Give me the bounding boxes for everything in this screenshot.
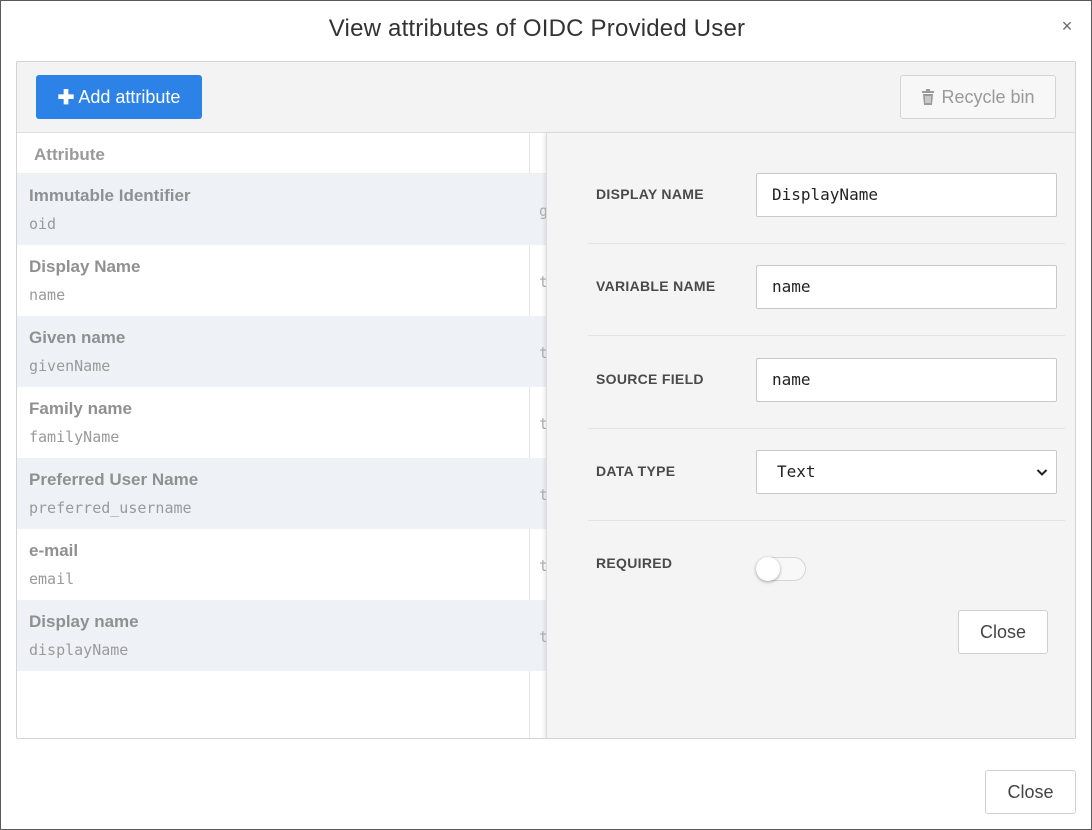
chevron-down-icon [1036, 469, 1048, 476]
table-row[interactable]: Display Name name t [17, 245, 548, 316]
attribute-variable: email [29, 570, 75, 588]
required-label: REQUIRED [596, 555, 673, 571]
table-row[interactable]: Family name familyName t [17, 387, 548, 458]
data-type-value: Text [777, 462, 816, 481]
attribute-name: Preferred User Name [29, 470, 199, 489]
table-row[interactable]: Display name displayName t [17, 600, 548, 671]
toolbar: ✚ Add attribute Recycle bin [17, 62, 1075, 133]
trash-icon [922, 89, 935, 105]
variable-name-input[interactable]: name [756, 265, 1057, 309]
attribute-variable: preferred_username [29, 499, 192, 517]
attribute-table: Attribute Immutable Identifier oid g Dis… [17, 133, 548, 738]
toggle-knob [756, 557, 780, 581]
recycle-bin-button[interactable]: Recycle bin [900, 75, 1056, 119]
required-toggle[interactable] [756, 557, 806, 581]
source-field-field: SOURCE FIELD name [588, 337, 1065, 429]
data-type-label: DATA TYPE [596, 463, 676, 479]
add-attribute-button[interactable]: ✚ Add attribute [36, 75, 202, 119]
attributes-panel: ✚ Add attribute Recycle bin Attribute Im… [16, 61, 1076, 739]
table-row[interactable]: Given name givenName t [17, 316, 548, 387]
variable-name-field: VARIABLE NAME name [588, 244, 1065, 336]
variable-name-label: VARIABLE NAME [596, 278, 716, 294]
dialog-close-button[interactable]: Close [985, 770, 1076, 814]
attribute-editor-panel: DISPLAY NAME DisplayName VARIABLE NAME n… [546, 133, 1075, 738]
data-type-select[interactable]: Text [756, 450, 1057, 494]
close-icon[interactable]: × [1058, 17, 1076, 35]
attribute-variable: displayName [29, 641, 129, 659]
table-row[interactable]: Preferred User Name preferred_username t [17, 458, 548, 529]
attribute-variable: name [29, 286, 66, 304]
column-header-attribute: Attribute [17, 133, 547, 174]
source-field-label: SOURCE FIELD [596, 371, 704, 387]
attribute-name: Display Name [29, 257, 141, 276]
attribute-name: Given name [29, 328, 126, 347]
attributes-dialog: View attributes of OIDC Provided User × … [0, 0, 1092, 830]
source-field-input[interactable]: name [756, 358, 1057, 402]
display-name-label: DISPLAY NAME [596, 186, 704, 202]
attribute-variable: givenName [29, 357, 111, 375]
data-type-field: DATA TYPE Text [588, 429, 1065, 521]
table-row[interactable]: e-mail email t [17, 529, 548, 600]
display-name-input[interactable]: DisplayName [756, 173, 1057, 217]
attribute-name: Family name [29, 399, 132, 418]
recycle-bin-label: Recycle bin [941, 86, 1035, 107]
attribute-variable: oid [29, 215, 57, 233]
attribute-name: Display name [29, 612, 139, 631]
editor-close-button[interactable]: Close [958, 610, 1048, 654]
add-attribute-label: Add attribute [78, 86, 181, 107]
required-field: REQUIRED [588, 521, 1065, 613]
table-row[interactable]: Immutable Identifier oid g [17, 174, 548, 245]
plus-icon: ✚ [57, 86, 75, 109]
attribute-name: e-mail [29, 541, 79, 560]
attribute-name: Immutable Identifier [29, 186, 191, 205]
attribute-variable: familyName [29, 428, 120, 446]
display-name-field: DISPLAY NAME DisplayName [588, 152, 1065, 244]
dialog-title: View attributes of OIDC Provided User [328, 15, 746, 42]
